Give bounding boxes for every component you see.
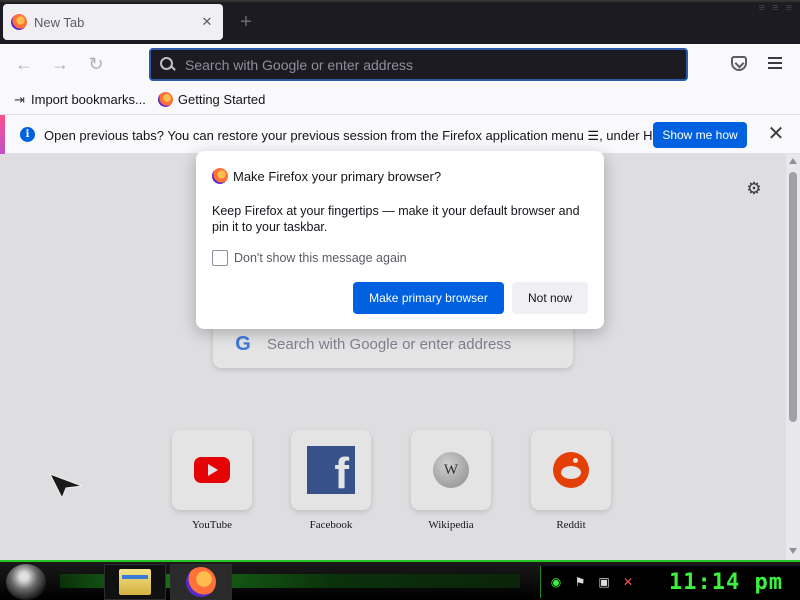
not-now-button[interactable]: Not now — [512, 282, 588, 314]
bookmark-label: Getting Started — [177, 91, 266, 107]
close-tab-icon[interactable]: ✕ — [199, 14, 215, 30]
info-icon: i — [20, 127, 35, 142]
pocket-icon[interactable] — [731, 56, 747, 71]
taskbar: ◉ ⚑ ▣ ✕ 11:14 pm — [0, 560, 800, 600]
dialog-title: Make Firefox your primary browser? — [233, 168, 442, 184]
taskbar-app-file-explorer[interactable] — [104, 564, 166, 600]
vertical-scrollbar[interactable] — [786, 154, 800, 560]
window-decoration: ≡ ≡ ≡ — [758, 2, 794, 14]
app-menu-button[interactable] — [768, 57, 782, 72]
system-tray: ◉ ⚑ ▣ ✕ 11:14 pm — [540, 566, 800, 598]
bookmark-import[interactable]: ⇥ Import bookmarks... — [12, 92, 146, 107]
reload-button[interactable]: ↻ — [86, 54, 106, 74]
taskbar-clock[interactable]: 11:14 pm — [669, 570, 783, 595]
back-button[interactable]: ← — [14, 54, 34, 74]
start-button[interactable] — [6, 564, 46, 600]
close-notification-icon[interactable]: ✕ — [767, 124, 785, 144]
firefox-icon — [212, 168, 228, 184]
import-icon: ⇥ — [14, 91, 25, 107]
navigation-toolbar: ← → ↻ — [0, 44, 800, 84]
notification-message: Open previous tabs? You can restore your… — [44, 128, 687, 143]
firefox-icon — [11, 14, 27, 30]
volume-muted-icon[interactable]: ✕ — [621, 575, 635, 589]
scroll-down-arrow[interactable] — [789, 548, 797, 554]
dialog-body: Keep Firefox at your fingertips — make i… — [212, 204, 580, 234]
bookmark-getting-started[interactable]: Getting Started — [157, 91, 266, 107]
taskbar-app-firefox[interactable] — [170, 564, 232, 600]
dialog-header: Make Firefox your primary browser? — [212, 168, 441, 184]
checkbox-label: Don't show this message again — [234, 251, 407, 265]
session-restore-notification: i Open previous tabs? You can restore yo… — [0, 114, 800, 154]
flag-icon[interactable]: ⚑ — [573, 575, 587, 589]
make-primary-browser-button[interactable]: Make primary browser — [353, 282, 504, 314]
tab-title: New Tab — [34, 14, 85, 30]
folder-icon — [119, 569, 151, 595]
default-browser-dialog: Make Firefox your primary browser? Keep … — [196, 151, 604, 329]
notification-accent — [0, 115, 5, 154]
search-icon — [159, 56, 177, 74]
url-bar[interactable] — [149, 48, 688, 81]
scroll-thumb[interactable] — [789, 172, 797, 422]
dont-show-again-option[interactable]: Don't show this message again — [212, 250, 407, 266]
show-me-how-button[interactable]: Show me how — [653, 122, 747, 148]
url-input[interactable] — [185, 56, 686, 73]
network-icon[interactable]: ◉ — [549, 575, 563, 589]
new-tab-button[interactable]: + — [236, 10, 256, 34]
bookmarks-toolbar: ⇥ Import bookmarks... Getting Started — [0, 84, 800, 114]
dont-show-again-checkbox[interactable] — [212, 250, 228, 266]
tab-strip: New Tab ✕ + ≡ ≡ ≡ — [0, 0, 800, 44]
mouse-cursor-icon — [48, 473, 83, 500]
firefox-icon — [186, 567, 216, 597]
tab-new-tab[interactable]: New Tab ✕ — [3, 4, 223, 40]
bookmark-label: Import bookmarks... — [31, 91, 146, 107]
scroll-up-arrow[interactable] — [789, 158, 797, 164]
power-icon[interactable]: ▣ — [597, 575, 611, 589]
firefox-icon — [157, 91, 173, 107]
forward-button[interactable]: → — [50, 54, 70, 74]
